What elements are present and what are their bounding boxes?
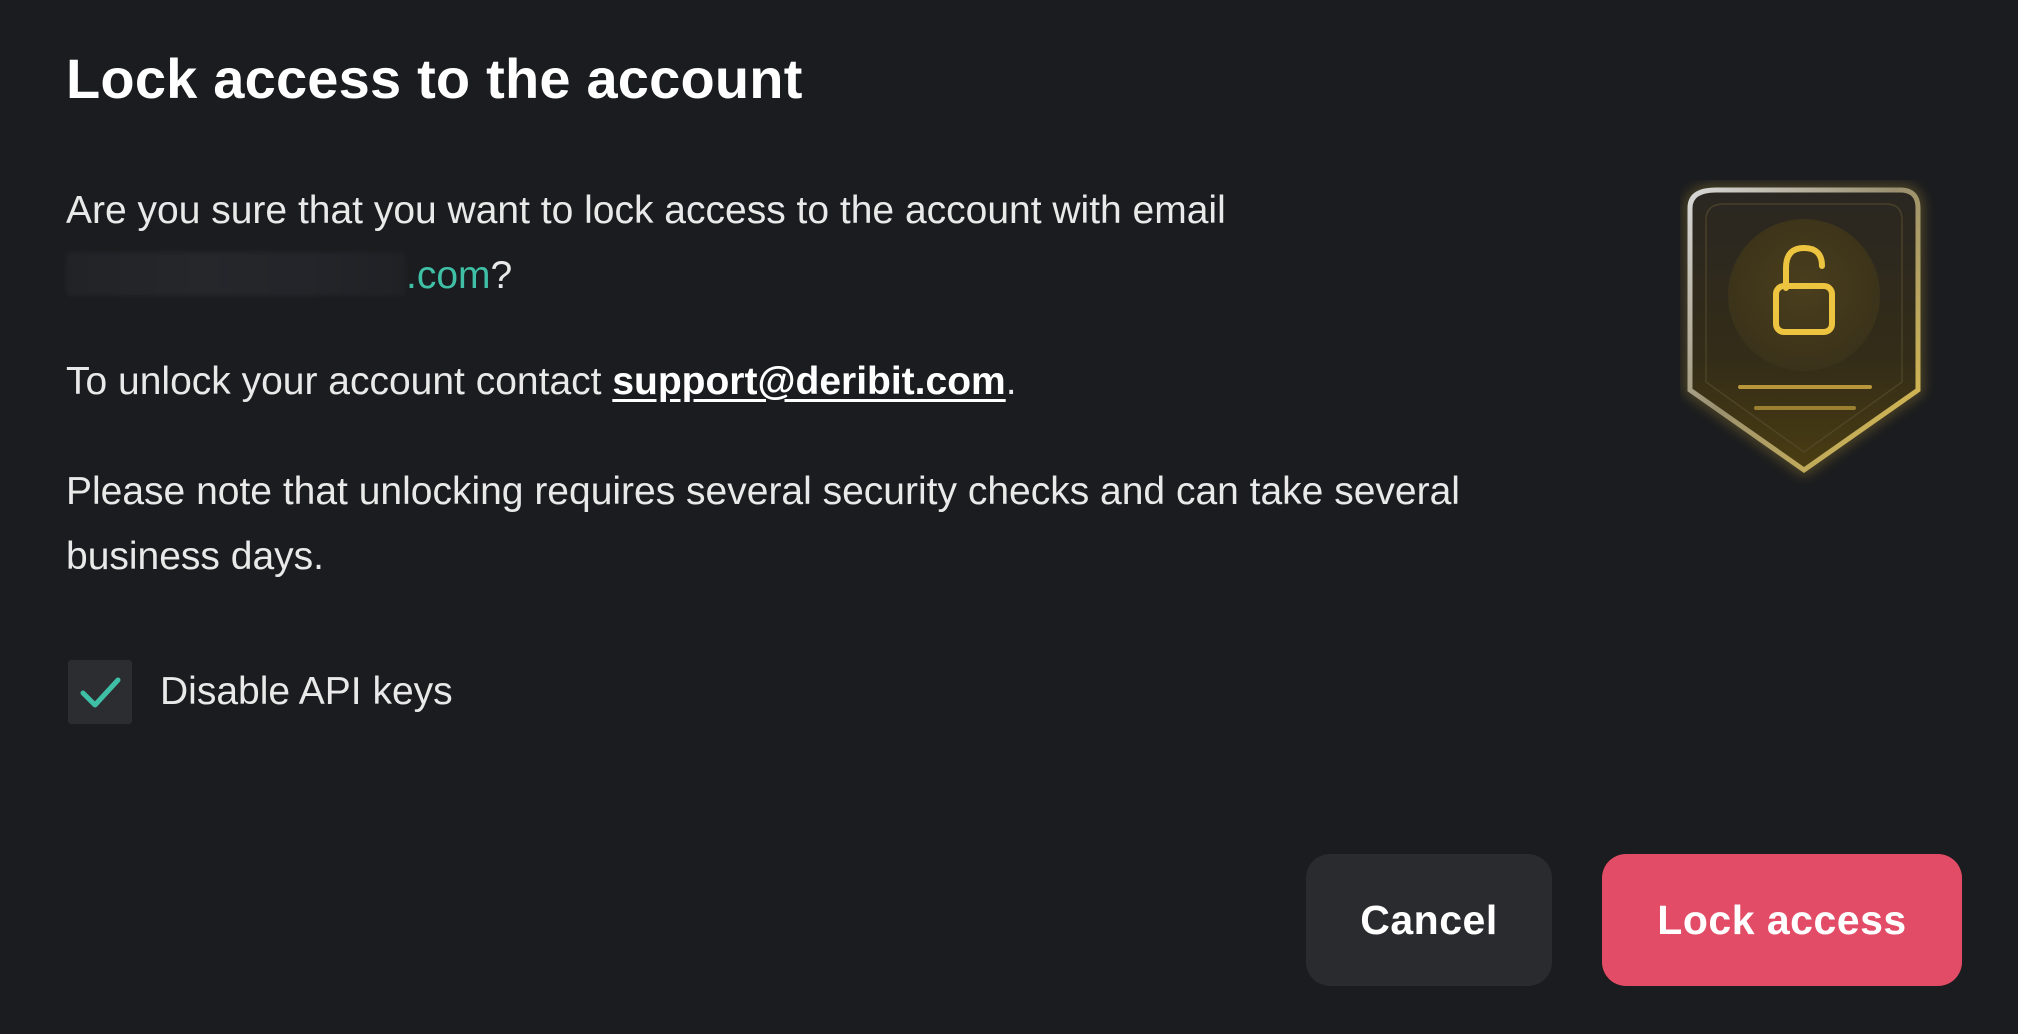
- support-email-link[interactable]: support@deribit.com: [612, 360, 1005, 403]
- unlocked-padlock-shield-icon: [1685, 185, 1923, 477]
- note-message: Please note that unlocking requires seve…: [66, 470, 1460, 578]
- email-domain: .com: [406, 254, 491, 297]
- disable-api-keys-checkbox[interactable]: [68, 660, 132, 724]
- confirm-text: Are you sure that you want to lock acces…: [66, 189, 1226, 232]
- dialog-title: Lock access to the account: [66, 47, 803, 110]
- checkmark-icon: [80, 677, 121, 708]
- cancel-button[interactable]: Cancel: [1306, 854, 1552, 986]
- lock-account-dialog: Lock access to the account Are you sure …: [0, 0, 2018, 1034]
- unlock-message: To unlock your account contact support@d…: [66, 349, 1506, 414]
- unlock-suffix: .: [1005, 360, 1017, 403]
- disable-api-keys-option[interactable]: Disable API keys: [68, 660, 453, 724]
- lock-access-button[interactable]: Lock access: [1602, 854, 1962, 986]
- disable-api-keys-label: Disable API keys: [160, 670, 453, 713]
- unlock-text: To unlock your account contact: [66, 360, 602, 403]
- confirm-message: Are you sure that you want to lock acces…: [66, 178, 1506, 308]
- masked-email-local-part: [66, 252, 406, 296]
- confirm-suffix: ?: [490, 254, 513, 297]
